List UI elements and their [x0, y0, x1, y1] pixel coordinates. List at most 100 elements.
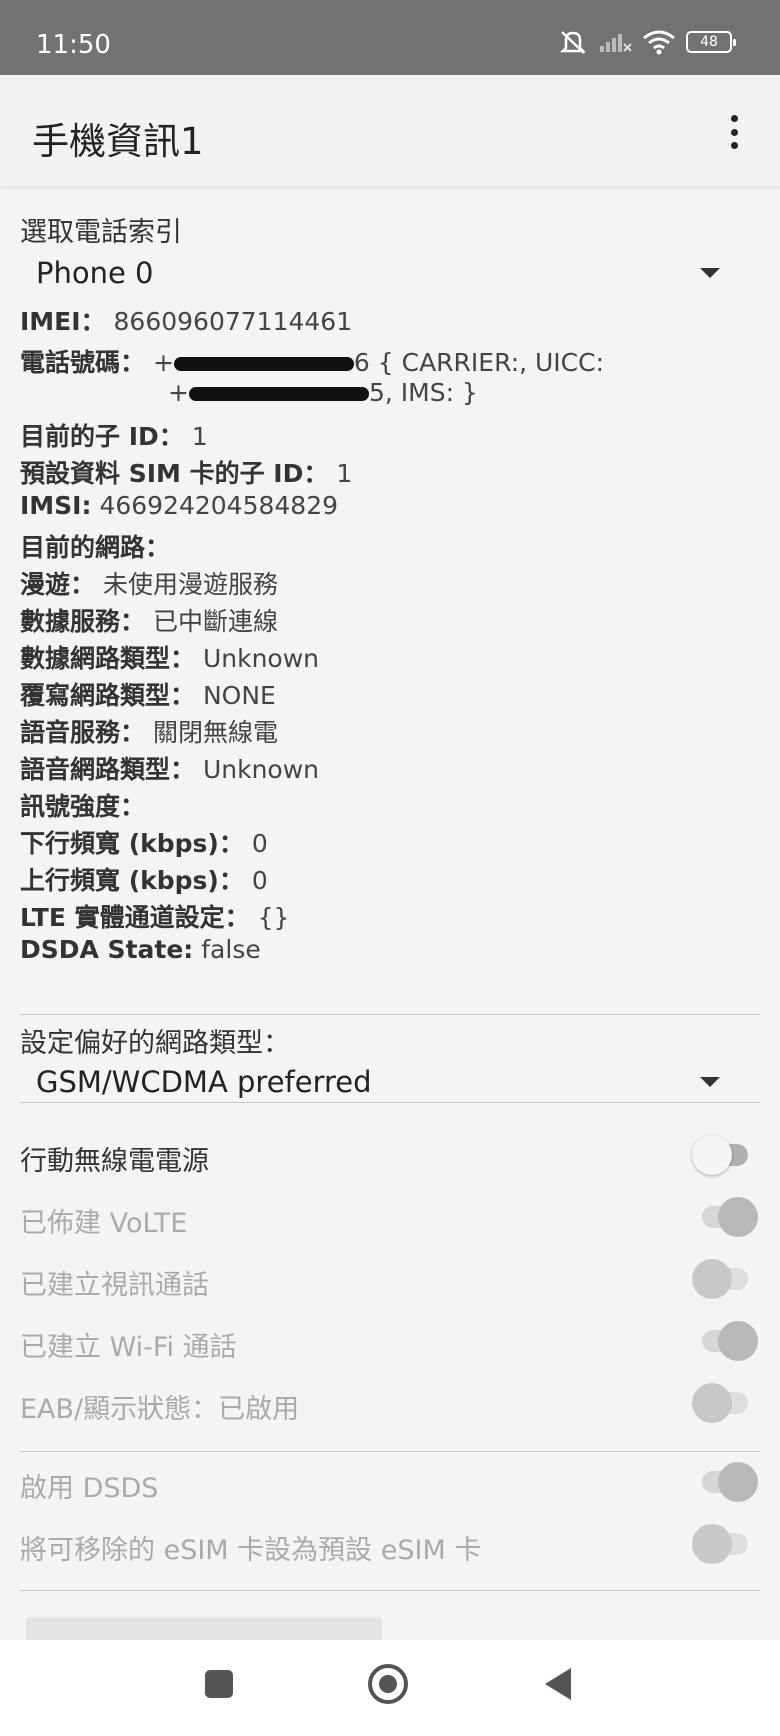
- wifi-call-label: 已建立 Wi-Fi 通話: [20, 1332, 237, 1363]
- divider: [20, 1590, 760, 1591]
- roaming-value: 未使用漫遊服務: [102, 570, 278, 599]
- status-icons: 48: [558, 28, 736, 56]
- lte-config-label: LTE 實體通道設定：: [20, 903, 250, 932]
- preferred-network-label: 設定偏好的網路類型：: [20, 1028, 290, 1059]
- battery-icon: 48: [686, 31, 736, 53]
- subid-label: 目前的子 ID：: [20, 422, 184, 451]
- ul-bandwidth-value: 0: [251, 866, 268, 895]
- network-label: 目前的網路：: [20, 533, 171, 562]
- switch-row-eab: EAB/顯示狀態：已啟用: [20, 1373, 760, 1433]
- subid-value: 1: [191, 422, 208, 451]
- signal-row: 訊號強度：: [20, 787, 145, 823]
- recents-icon[interactable]: [205, 1670, 233, 1698]
- divider: [20, 1102, 760, 1103]
- lte-config-value: {}: [257, 903, 290, 932]
- phone-number-row: 電話號碼： +6 { CARRIER:, UICC:: [20, 343, 604, 379]
- default-sim-value: 1: [336, 459, 353, 488]
- data-net-type-value: Unknown: [202, 644, 320, 673]
- switch-row-esim: 將可移除的 eSIM 卡設為預設 eSIM 卡: [20, 1514, 760, 1574]
- data-service-label: 數據服務：: [20, 607, 146, 636]
- dsda-label: DSDA State:: [20, 935, 194, 964]
- voice-service-value: 關閉無線電: [152, 718, 278, 747]
- eab-toggle: [690, 1383, 760, 1423]
- back-icon[interactable]: [545, 1668, 571, 1700]
- phone-line2-tail: 5, IMS: }: [368, 378, 478, 407]
- override-net-type-label: 覆寫網路類型：: [20, 681, 196, 710]
- default-sim-label: 預設資料 SIM 卡的子 ID：: [20, 459, 329, 488]
- status-bar: 11:50 48: [0, 0, 780, 75]
- switch-row-volte: 已佈建 VoLTE: [20, 1187, 760, 1247]
- voice-net-type-row: 語音網路類型： Unknown: [20, 750, 319, 786]
- ul-bandwidth-row: 上行頻寬 (kbps)： 0: [20, 861, 268, 897]
- dl-bandwidth-label: 下行頻寬 (kbps)：: [20, 829, 244, 858]
- battery-level: 48: [700, 34, 718, 50]
- divider: [20, 1014, 760, 1015]
- switch-row-radio-power[interactable]: 行動無線電電源: [20, 1125, 760, 1185]
- phone-label: 電話號碼：: [20, 348, 146, 377]
- volte-label: 已佈建 VoLTE: [20, 1208, 188, 1239]
- phone-line1-start: +: [152, 348, 174, 377]
- ul-bandwidth-label: 上行頻寬 (kbps)：: [20, 866, 244, 895]
- signal-icon: [600, 34, 632, 52]
- volte-toggle: [690, 1197, 760, 1237]
- esim-label: 將可移除的 eSIM 卡設為預設 eSIM 卡: [20, 1535, 482, 1566]
- signal-label: 訊號強度：: [20, 792, 146, 821]
- dsda-row: DSDA State: false: [20, 935, 261, 964]
- mute-icon: [559, 31, 587, 54]
- imei-value: 866096077114461: [113, 307, 353, 336]
- imei-label: IMEI：: [20, 307, 106, 336]
- chevron-down-icon[interactable]: [700, 268, 720, 278]
- imsi-label: IMSI:: [20, 491, 92, 520]
- dsds-toggle: [690, 1462, 760, 1502]
- esim-toggle: [690, 1524, 760, 1564]
- nav-bar: [0, 1640, 780, 1736]
- video-call-label: 已建立視訊通話: [20, 1270, 209, 1301]
- video-call-toggle: [690, 1259, 760, 1299]
- data-net-type-row: 數據網路類型： Unknown: [20, 639, 319, 675]
- voice-net-type-label: 語音網路類型：: [20, 755, 196, 784]
- data-service-value: 已中斷連線: [152, 607, 278, 636]
- phone-index-spinner[interactable]: Phone 0: [36, 256, 154, 290]
- wifi-call-toggle: [690, 1321, 760, 1361]
- dl-bandwidth-row: 下行頻寬 (kbps)： 0: [20, 824, 268, 860]
- network-row: 目前的網路：: [20, 528, 170, 564]
- lte-config-row: LTE 實體通道設定： {}: [20, 898, 289, 934]
- more-vert-icon[interactable]: [730, 115, 738, 149]
- phone-index-value: Phone 0: [36, 256, 154, 290]
- redaction-mark: [188, 387, 369, 401]
- eab-label: EAB/顯示狀態：已啟用: [20, 1394, 300, 1425]
- imsi-row: IMSI: 466924204584829: [20, 491, 338, 520]
- voice-service-row: 語音服務： 關閉無線電: [20, 713, 278, 749]
- preferred-network-value: GSM/WCDMA preferred: [36, 1065, 372, 1099]
- app-bar: 手機資訊1: [0, 75, 780, 187]
- phone-line1-tail: 6 { CARRIER:, UICC:: [353, 348, 605, 377]
- data-net-type-label: 數據網路類型：: [20, 644, 196, 673]
- override-net-type-row: 覆寫網路類型： NONE: [20, 676, 276, 712]
- override-net-type-value: NONE: [202, 681, 276, 710]
- home-icon[interactable]: [368, 1664, 408, 1704]
- radio-power-label: 行動無線電電源: [20, 1146, 209, 1177]
- imei-row: IMEI： 866096077114461: [20, 302, 352, 338]
- voice-net-type-value: Unknown: [202, 755, 320, 784]
- imsi-value: 466924204584829: [99, 491, 339, 520]
- dsda-value: false: [201, 935, 261, 964]
- switch-row-video-call: 已建立視訊通話: [20, 1249, 760, 1309]
- page-title: 手機資訊1: [32, 120, 204, 163]
- status-time: 11:50: [36, 30, 111, 60]
- phone-index-label: 選取電話索引: [20, 217, 182, 248]
- redaction-mark: [173, 357, 354, 371]
- dl-bandwidth-value: 0: [251, 829, 268, 858]
- radio-power-toggle[interactable]: [690, 1135, 760, 1175]
- data-service-row: 數據服務： 已中斷連線: [20, 602, 278, 638]
- voice-service-label: 語音服務：: [20, 718, 146, 747]
- phone-number-row-2: +5, IMS: }: [168, 378, 478, 407]
- phone-line2-start: +: [168, 378, 189, 407]
- subid-row: 目前的子 ID： 1: [20, 417, 208, 453]
- roaming-row: 漫遊： 未使用漫遊服務: [20, 565, 278, 601]
- default-sim-row: 預設資料 SIM 卡的子 ID： 1: [20, 454, 352, 490]
- preferred-network-spinner[interactable]: GSM/WCDMA preferred: [36, 1065, 372, 1099]
- roaming-label: 漫遊：: [20, 570, 96, 599]
- dsds-label: 啟用 DSDS: [20, 1473, 159, 1504]
- chevron-down-icon[interactable]: [700, 1077, 720, 1087]
- switch-row-wifi-call: 已建立 Wi-Fi 通話: [20, 1311, 760, 1371]
